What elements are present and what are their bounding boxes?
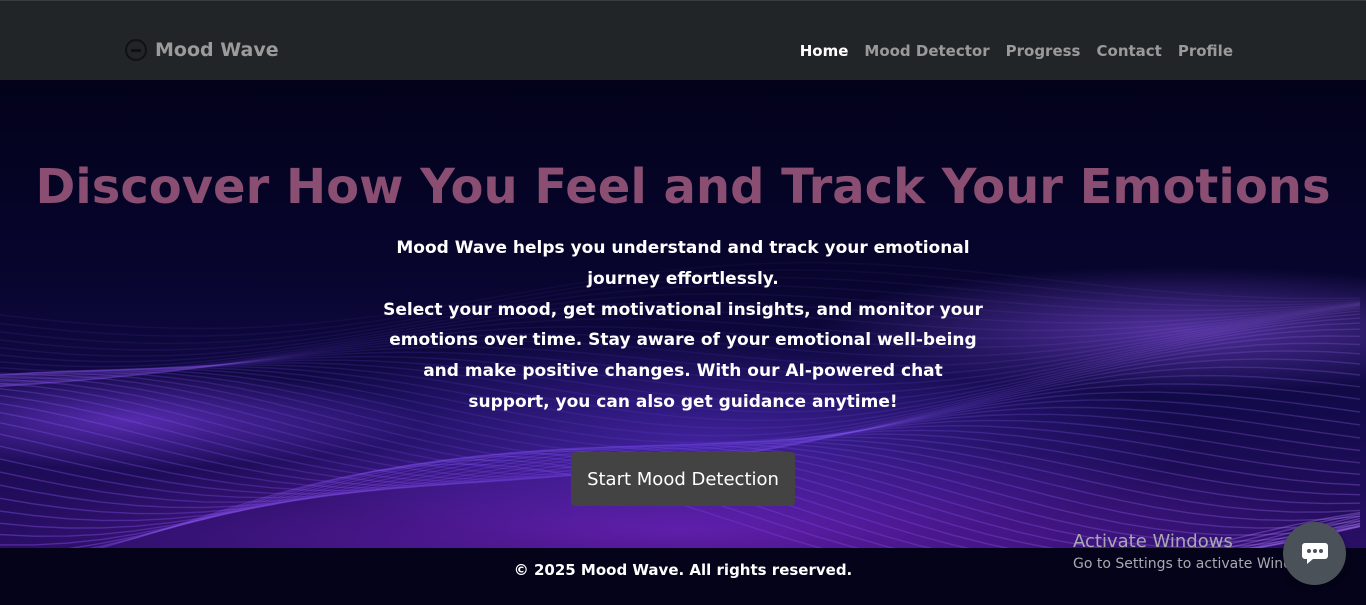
hero-section: Discover How You Feel and Track Your Emo… — [0, 80, 1366, 548]
hero-description: Mood Wave helps you understand and track… — [383, 233, 983, 418]
start-mood-detection-button[interactable]: Start Mood Detection — [571, 452, 795, 506]
brand-name: Mood Wave — [155, 39, 279, 61]
circle-minus-icon — [125, 39, 147, 61]
nav-contact[interactable]: Contact — [1097, 41, 1162, 61]
page: Mood Wave Home Mood Detector Progress Co… — [0, 0, 1366, 605]
nav-links: Home Mood Detector Progress Contact Prof… — [800, 41, 1233, 61]
nav-mood-detector[interactable]: Mood Detector — [864, 41, 989, 61]
chat-support-button[interactable] — [1283, 522, 1346, 585]
nav-profile[interactable]: Profile — [1178, 41, 1233, 61]
hero-description-line2: Select your mood, get motivational insig… — [383, 299, 983, 412]
nav-home[interactable]: Home — [800, 41, 849, 61]
navbar: Mood Wave Home Mood Detector Progress Co… — [0, 0, 1366, 80]
hero-description-line1: Mood Wave helps you understand and track… — [396, 238, 970, 289]
nav-progress[interactable]: Progress — [1006, 41, 1081, 61]
hero-title: Discover How You Feel and Track Your Emo… — [35, 159, 1331, 215]
chat-bubble-icon — [1301, 542, 1328, 564]
brand-link[interactable]: Mood Wave — [125, 37, 279, 63]
